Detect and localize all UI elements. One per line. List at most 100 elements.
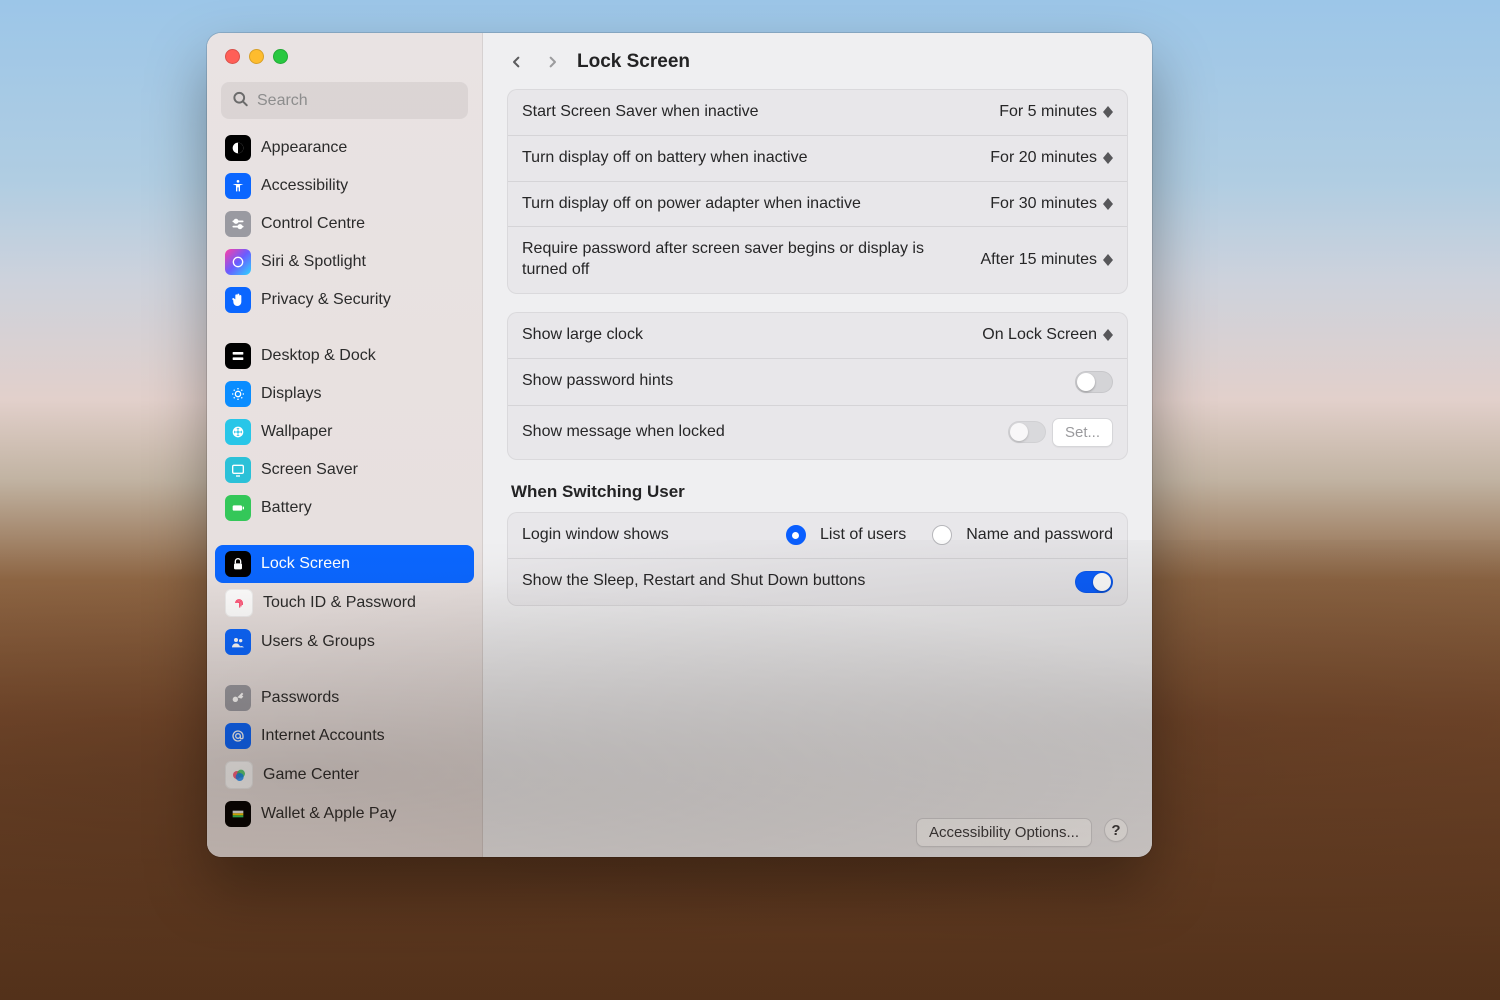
wallpaper-icon (225, 419, 251, 445)
popup-value: For 30 minutes (990, 195, 1097, 213)
content: Start Screen Saver when inactive For 5 m… (483, 79, 1152, 814)
sidebar-item-lock-screen[interactable]: Lock Screen (215, 545, 474, 583)
radio-icon (932, 525, 952, 545)
sidebar-item-label: Touch ID & Password (263, 594, 416, 612)
timing-group: Start Screen Saver when inactive For 5 m… (507, 89, 1128, 294)
appearance-icon (225, 135, 251, 161)
fingerprint-icon (225, 589, 253, 617)
popup-screensaver-inactive[interactable]: For 5 minutes (999, 103, 1113, 121)
popup-display-battery[interactable]: For 20 minutes (990, 149, 1113, 167)
divider (215, 527, 474, 545)
popup-require-password[interactable]: After 15 minutes (981, 251, 1114, 269)
sidebar-item-label: Game Center (263, 766, 359, 784)
sidebar-item-label: Screen Saver (261, 461, 358, 479)
sidebar-item-label: Battery (261, 499, 312, 517)
back-button[interactable] (505, 51, 527, 73)
displays-icon (225, 381, 251, 407)
sidebar-item-siri-spotlight[interactable]: Siri & Spotlight (215, 243, 474, 281)
key-icon (225, 685, 251, 711)
sidebar-item-wallet-apple-pay[interactable]: Wallet & Apple Pay (215, 795, 474, 833)
sidebar-item-game-center[interactable]: Game Center (215, 755, 474, 795)
accessibility-options-button[interactable]: Accessibility Options... (916, 818, 1092, 847)
sidebar-item-label: Control Centre (261, 215, 365, 233)
hand-icon (225, 287, 251, 313)
battery-icon (225, 495, 251, 521)
sidebar-item-displays[interactable]: Displays (215, 375, 474, 413)
row-password-hints: Show password hints (508, 358, 1127, 405)
row-login-window-shows: Login window shows List of users Name an… (508, 513, 1127, 558)
popup-large-clock[interactable]: On Lock Screen (982, 326, 1113, 344)
popup-display-adapter[interactable]: For 30 minutes (990, 195, 1113, 213)
window-controls (207, 33, 482, 64)
sidebar-nav: Appearance Accessibility Control Centre … (207, 127, 482, 841)
control-centre-icon (225, 211, 251, 237)
switch-password-hints[interactable] (1075, 371, 1113, 393)
forward-button[interactable] (541, 51, 563, 73)
sidebar-item-accessibility[interactable]: Accessibility (215, 167, 474, 205)
sidebar-item-screen-saver[interactable]: Screen Saver (215, 451, 474, 489)
sidebar-item-battery[interactable]: Battery (215, 489, 474, 527)
radio-label: List of users (820, 526, 906, 544)
sidebar-item-label: Privacy & Security (261, 291, 391, 309)
sidebar-item-label: Passwords (261, 689, 339, 707)
sidebar-item-label: Displays (261, 385, 321, 403)
close-window-button[interactable] (225, 49, 240, 64)
row-screensaver-inactive: Start Screen Saver when inactive For 5 m… (508, 90, 1127, 135)
sidebar-item-label: Accessibility (261, 177, 348, 195)
radio-name-and-password[interactable]: Name and password (932, 525, 1113, 545)
radio-icon (786, 525, 806, 545)
updown-icon (1103, 329, 1113, 341)
updown-icon (1103, 198, 1113, 210)
row-label: Show the Sleep, Restart and Shut Down bu… (522, 571, 865, 592)
at-sign-icon (225, 723, 251, 749)
sidebar-item-internet-accounts[interactable]: Internet Accounts (215, 717, 474, 755)
divider (215, 319, 474, 337)
sidebar-item-label: Siri & Spotlight (261, 253, 366, 271)
search-field[interactable] (221, 82, 468, 119)
popup-value: For 20 minutes (990, 149, 1097, 167)
wallet-icon (225, 801, 251, 827)
desktop-icon (225, 343, 251, 369)
sidebar-item-label: Desktop & Dock (261, 347, 376, 365)
users-icon (225, 629, 251, 655)
set-lock-message-button[interactable]: Set... (1052, 418, 1113, 447)
updown-icon (1103, 106, 1113, 118)
popup-value: On Lock Screen (982, 326, 1097, 344)
sidebar-item-passwords[interactable]: Passwords (215, 679, 474, 717)
row-label: Show large clock (522, 325, 643, 346)
accessibility-icon (225, 173, 251, 199)
switch-sleep-buttons[interactable] (1075, 571, 1113, 593)
search-icon (231, 89, 249, 112)
sidebar-item-label: Appearance (261, 139, 347, 157)
row-sleep-restart-shutdown: Show the Sleep, Restart and Shut Down bu… (508, 558, 1127, 605)
sidebar-item-privacy-security[interactable]: Privacy & Security (215, 281, 474, 319)
row-lock-message: Show message when locked Set... (508, 405, 1127, 459)
sidebar-item-touch-id[interactable]: Touch ID & Password (215, 583, 474, 623)
sidebar-item-label: Internet Accounts (261, 727, 385, 745)
row-label: Turn display off on battery when inactiv… (522, 148, 808, 169)
radio-list-of-users[interactable]: List of users (786, 525, 906, 545)
sidebar-item-wallpaper[interactable]: Wallpaper (215, 413, 474, 451)
sidebar-item-control-centre[interactable]: Control Centre (215, 205, 474, 243)
row-label: Start Screen Saver when inactive (522, 102, 759, 123)
sidebar-item-desktop-dock[interactable]: Desktop & Dock (215, 337, 474, 375)
sidebar-item-label: Wallpaper (261, 423, 332, 441)
popup-value: For 5 minutes (999, 103, 1097, 121)
help-button[interactable]: ? (1104, 818, 1128, 842)
row-display-adapter: Turn display off on power adapter when i… (508, 181, 1127, 227)
screen-saver-icon (225, 457, 251, 483)
sidebar-item-label: Lock Screen (261, 555, 350, 573)
row-display-battery: Turn display off on battery when inactiv… (508, 135, 1127, 181)
minimize-window-button[interactable] (249, 49, 264, 64)
sidebar-item-appearance[interactable]: Appearance (215, 129, 474, 167)
main-panel: Lock Screen Start Screen Saver when inac… (483, 33, 1152, 857)
divider (215, 661, 474, 679)
row-label: Turn display off on power adapter when i… (522, 194, 861, 215)
switch-lock-message[interactable] (1008, 421, 1046, 443)
row-label: Show message when locked (522, 422, 725, 443)
search-input[interactable] (221, 82, 468, 119)
sidebar-item-users-groups[interactable]: Users & Groups (215, 623, 474, 661)
updown-icon (1103, 254, 1113, 266)
game-center-icon (225, 761, 253, 789)
fullscreen-window-button[interactable] (273, 49, 288, 64)
